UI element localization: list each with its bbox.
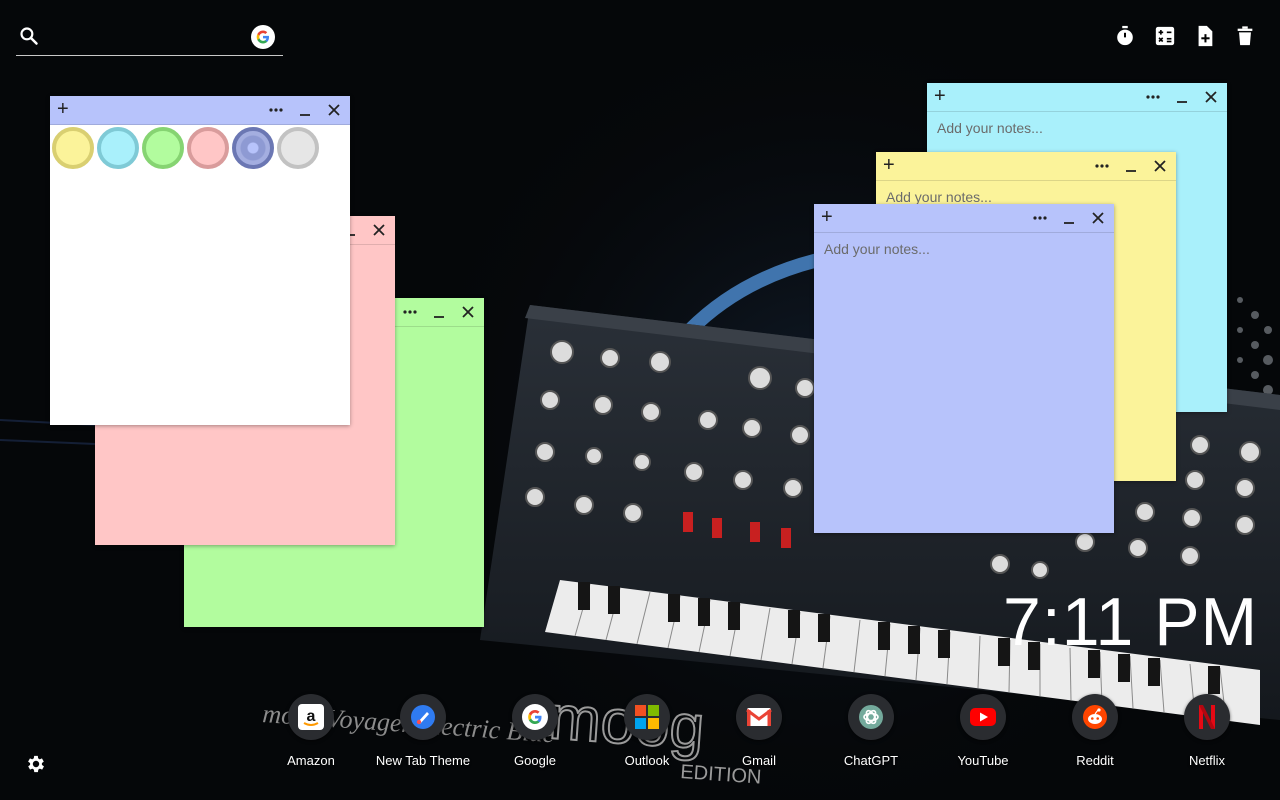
- trash-icon[interactable]: [1234, 24, 1256, 48]
- amazon-icon: a: [298, 704, 324, 730]
- shortcut-reddit[interactable]: Reddit: [1040, 694, 1150, 768]
- note-titlebar[interactable]: +: [876, 152, 1176, 181]
- add-note-icon[interactable]: +: [934, 86, 946, 106]
- note-titlebar[interactable]: +: [814, 204, 1114, 233]
- minimize-icon[interactable]: [1172, 87, 1192, 107]
- more-icon[interactable]: [1143, 87, 1163, 107]
- calculator-icon[interactable]: [1154, 24, 1176, 48]
- timer-icon[interactable]: [1114, 24, 1136, 48]
- shortcut-outlook[interactable]: Outlook: [592, 694, 702, 768]
- note-text[interactable]: Add your notes...: [814, 233, 1114, 265]
- color-palette: [50, 125, 350, 169]
- color-swatch-pink[interactable]: [187, 127, 229, 169]
- close-icon[interactable]: [1088, 208, 1108, 228]
- close-icon[interactable]: [458, 302, 478, 322]
- shortcut-label: Amazon: [287, 753, 335, 768]
- minimize-icon[interactable]: [1059, 208, 1079, 228]
- new-note-icon[interactable]: [1194, 24, 1216, 48]
- reddit-icon: [1083, 705, 1107, 729]
- top-toolbar: [1114, 24, 1256, 48]
- more-icon[interactable]: [400, 302, 420, 322]
- more-icon[interactable]: [1030, 208, 1050, 228]
- shortcut-label: Netflix: [1188, 753, 1226, 768]
- shortcut-label: Reddit: [1076, 753, 1114, 768]
- add-note-icon[interactable]: +: [883, 155, 895, 175]
- settings-gear-icon[interactable]: [25, 753, 47, 775]
- sticky-note-blue[interactable]: + Add your notes...: [814, 204, 1114, 533]
- chatgpt-icon: [859, 705, 883, 729]
- shortcut-new-tab-theme[interactable]: New Tab Theme: [368, 694, 478, 768]
- minimize-icon[interactable]: [1121, 156, 1141, 176]
- add-note-icon[interactable]: +: [57, 99, 69, 119]
- color-swatch-green[interactable]: [142, 127, 184, 169]
- close-icon[interactable]: [369, 220, 389, 240]
- shortcut-amazon[interactable]: a Amazon: [256, 694, 366, 768]
- gmail-icon: [746, 708, 772, 726]
- clock: 7:11 PM: [1003, 584, 1259, 660]
- shortcut-dock: a Amazon New Tab Theme Google Outlook Gm…: [0, 694, 1280, 774]
- shortcut-label: Gmail: [742, 753, 776, 768]
- shortcut-netflix[interactable]: Netflix: [1152, 694, 1262, 768]
- shortcut-label: New Tab Theme: [375, 753, 471, 768]
- youtube-icon: [970, 708, 996, 726]
- close-icon[interactable]: [1150, 156, 1170, 176]
- color-swatch-gray[interactable]: [277, 127, 319, 169]
- google-search-icon[interactable]: [251, 25, 275, 49]
- search-bar: [16, 20, 283, 56]
- close-icon[interactable]: [1201, 87, 1221, 107]
- shortcut-label: Google: [514, 753, 556, 768]
- outlook-icon: [635, 705, 659, 729]
- note-titlebar[interactable]: +: [50, 96, 350, 125]
- minimize-icon[interactable]: [429, 302, 449, 322]
- search-input[interactable]: [54, 24, 248, 50]
- shortcut-youtube[interactable]: YouTube: [928, 694, 1038, 768]
- shortcut-gmail[interactable]: Gmail: [704, 694, 814, 768]
- shortcut-label: Outlook: [624, 753, 670, 768]
- svg-text:a: a: [307, 708, 316, 725]
- color-swatch-yellow[interactable]: [52, 127, 94, 169]
- note-text[interactable]: Add your notes...: [927, 112, 1227, 144]
- color-swatch-cyan[interactable]: [97, 127, 139, 169]
- more-icon[interactable]: [1092, 156, 1112, 176]
- google-icon: [522, 704, 548, 730]
- sticky-note-white[interactable]: +: [50, 96, 350, 425]
- netflix-icon: [1199, 705, 1215, 729]
- shortcut-label: YouTube: [957, 753, 1009, 768]
- close-icon[interactable]: [324, 100, 344, 120]
- color-swatch-blue[interactable]: [232, 127, 274, 169]
- shortcut-label: ChatGPT: [843, 753, 899, 768]
- new-tab-theme-icon: [411, 705, 435, 729]
- minimize-icon[interactable]: [295, 100, 315, 120]
- search-icon[interactable]: [19, 26, 39, 46]
- more-icon[interactable]: [266, 100, 286, 120]
- shortcut-chatgpt[interactable]: ChatGPT: [816, 694, 926, 768]
- shortcut-google[interactable]: Google: [480, 694, 590, 768]
- note-titlebar[interactable]: +: [927, 83, 1227, 112]
- add-note-icon[interactable]: +: [821, 207, 833, 227]
